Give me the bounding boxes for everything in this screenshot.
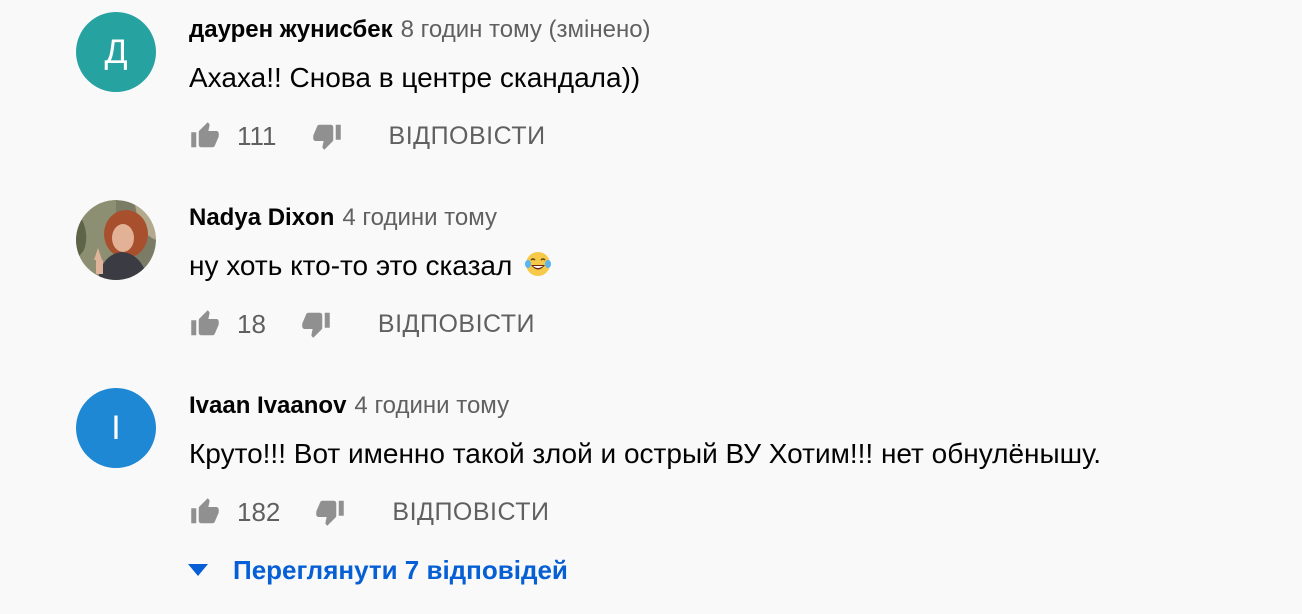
- like-count: 111: [237, 120, 277, 151]
- like-button[interactable]: [189, 120, 221, 152]
- comment-timestamp[interactable]: 8 годин тому (змінено): [401, 16, 651, 43]
- thumbs-down-icon: [312, 124, 341, 150]
- avatar[interactable]: Д: [76, 12, 156, 92]
- view-replies-button[interactable]: Переглянути 7 відповідей: [188, 552, 568, 588]
- thumbs-down-icon: [302, 312, 330, 338]
- dislike-button[interactable]: [300, 308, 332, 340]
- comment-actions: 182 ВІДПОВІСТИ: [189, 492, 549, 532]
- reply-button[interactable]: ВІДПОВІСТИ: [389, 122, 546, 151]
- reply-button[interactable]: ВІДПОВІСТИ: [378, 310, 535, 339]
- like-count: 18: [237, 308, 266, 339]
- face-with-tears-of-joy-icon: [525, 252, 552, 276]
- comment-header: Ivaan Ivaanov 4 години тому: [189, 390, 509, 422]
- comment-timestamp[interactable]: 4 години тому: [354, 392, 509, 419]
- view-replies-label: Переглянути 7 відповідей: [233, 554, 568, 585]
- comment-actions: 111 ВІДПОВІСТИ: [189, 116, 546, 156]
- comment-thread: Д даурен жунисбек 8 годин тому (змінено) …: [76, 12, 1276, 192]
- dislike-button[interactable]: [314, 496, 346, 528]
- thumbs-down-icon: [316, 500, 345, 526]
- like-count: 182: [237, 496, 281, 527]
- comment-text-body: ну хоть кто-то это сказал: [189, 250, 513, 281]
- comment-actions: 18 ВІДПОВІСТИ: [189, 304, 535, 344]
- comment-header: даурен жунисбек 8 годин тому (змінено): [189, 14, 651, 46]
- caret-down-icon: [188, 564, 208, 576]
- thumbs-up-icon: [191, 310, 219, 336]
- comment-text: ну хоть кто-то это сказал: [189, 246, 552, 286]
- avatar[interactable]: [76, 200, 156, 280]
- comment-text: Круто!!! Вот именно такой злой и острый …: [189, 438, 1102, 469]
- author-name[interactable]: Ivaan Ivaanov: [189, 392, 346, 419]
- reply-button[interactable]: ВІДПОВІСТИ: [392, 498, 549, 527]
- avatar-letter: I: [111, 408, 121, 447]
- avatar-letter: Д: [104, 32, 128, 71]
- like-button[interactable]: [189, 308, 221, 340]
- thumbs-up-icon: [191, 122, 219, 148]
- comment-timestamp[interactable]: 4 години тому: [342, 204, 497, 231]
- author-name[interactable]: даурен жунисбек: [189, 16, 393, 43]
- comment-header: Nadya Dixon 4 години тому: [189, 202, 497, 234]
- author-name[interactable]: Nadya Dixon: [189, 204, 334, 231]
- thumbs-up-icon: [191, 498, 219, 524]
- comment-text: Ахаха!! Снова в центре скандала)): [189, 62, 641, 93]
- avatar[interactable]: I: [76, 388, 156, 468]
- comment-thread: Nadya Dixon 4 години тому ну хоть кто-то …: [76, 200, 1276, 380]
- profile-photo: [76, 200, 156, 280]
- dislike-button[interactable]: [311, 120, 343, 152]
- like-button[interactable]: [189, 496, 221, 528]
- comment-thread: I Ivaan Ivaanov 4 години тому Круто!!! Во…: [76, 388, 1276, 568]
